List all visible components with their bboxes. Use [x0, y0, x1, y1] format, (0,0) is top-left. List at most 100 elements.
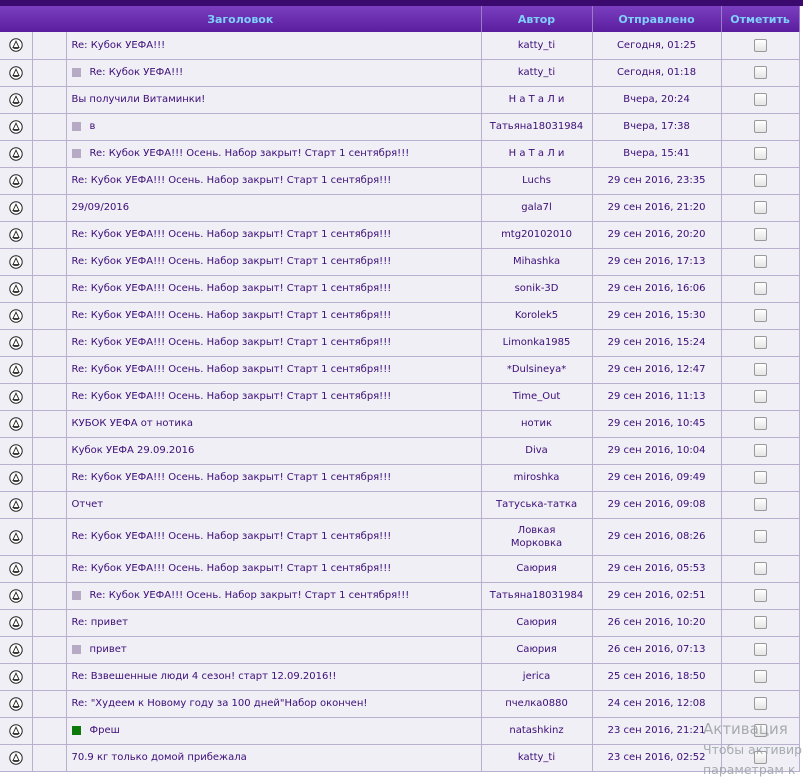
message-title-link[interactable]: Re: Кубок УЕФА!!! Осень. Набор закрыт! С…: [90, 590, 410, 601]
message-title-link[interactable]: КУБОК УЕФА от нотика: [72, 418, 194, 429]
select-checkbox[interactable]: [753, 444, 767, 457]
row-select-cell: [721, 555, 800, 583]
message-title-link[interactable]: Re: Кубок УЕФА!!!: [90, 67, 184, 78]
message-title-link[interactable]: Re: Взвешенные люди 4 сезон! старт 12.09…: [72, 671, 337, 682]
author-link[interactable]: Н а Т а Л и: [509, 94, 565, 105]
author-link[interactable]: natashkinz: [509, 725, 563, 736]
select-checkbox[interactable]: [753, 147, 767, 160]
select-checkbox[interactable]: [753, 670, 767, 683]
author-link[interactable]: *Dulsineya*: [507, 364, 566, 375]
select-checkbox[interactable]: [753, 562, 767, 575]
select-checkbox[interactable]: [753, 38, 767, 52]
author-link[interactable]: Татьяна18031984: [490, 121, 584, 132]
message-title-link[interactable]: в: [90, 121, 96, 132]
select-checkbox[interactable]: [753, 616, 767, 629]
message-title-link[interactable]: Re: Кубок УЕФА!!! Осень. Набор закрыт! С…: [72, 310, 392, 321]
message-topic-icon: [9, 92, 23, 107]
message-title-link[interactable]: Отчет: [72, 499, 104, 510]
col-mark-header[interactable]: Отметить: [721, 6, 800, 32]
author-link[interactable]: katty_ti: [518, 752, 555, 763]
select-checkbox[interactable]: [753, 282, 767, 295]
new-marker-icon: [71, 725, 81, 735]
author-link[interactable]: katty_ti: [518, 40, 555, 51]
col-sent-header[interactable]: Отправлено: [592, 6, 722, 32]
author-link[interactable]: Татуська-татка: [496, 499, 577, 510]
select-checkbox[interactable]: [753, 336, 767, 349]
message-title-link[interactable]: Re: Кубок УЕФА!!! Осень. Набор закрыт! С…: [72, 531, 392, 542]
author-link[interactable]: нотик: [521, 418, 552, 429]
author-link[interactable]: miroshka: [514, 472, 560, 483]
author-link[interactable]: Саюрия: [516, 563, 556, 574]
message-title-link[interactable]: 29/09/2016: [72, 202, 130, 213]
select-checkbox[interactable]: [753, 363, 767, 376]
message-title-link[interactable]: Re: Кубок УЕФА!!! Осень. Набор закрыт! С…: [72, 364, 392, 375]
message-title-link[interactable]: Re: Кубок УЕФА!!!: [72, 40, 166, 51]
table-row: Re: Взвешенные люди 4 сезон! старт 12.09…: [0, 663, 800, 691]
select-checkbox[interactable]: [753, 255, 767, 268]
message-title-link[interactable]: Re: "Худеем к Новому году за 100 дней"На…: [72, 698, 368, 709]
author-link[interactable]: Mihashka: [513, 256, 560, 267]
author-link[interactable]: gala7l: [521, 202, 552, 213]
author-link[interactable]: jerica: [523, 671, 550, 682]
author-link[interactable]: katty_ti: [518, 67, 555, 78]
author-link[interactable]: Саюрия: [516, 617, 556, 628]
select-checkbox[interactable]: [753, 120, 767, 133]
select-checkbox[interactable]: [753, 201, 767, 214]
row-select-cell: [721, 690, 800, 718]
author-link[interactable]: пчелка0880: [505, 698, 568, 709]
select-checkbox[interactable]: [753, 417, 767, 430]
message-title-link[interactable]: Re: привет: [72, 617, 128, 628]
author-link[interactable]: sonik-3D: [515, 283, 559, 294]
author-link[interactable]: Limonka1985: [503, 337, 571, 348]
select-checkbox[interactable]: [753, 498, 767, 511]
row-title-cell: Вы получили Витаминки!: [66, 86, 482, 114]
select-checkbox[interactable]: [753, 228, 767, 241]
message-topic-icon: [9, 561, 23, 576]
select-checkbox[interactable]: [753, 309, 767, 322]
message-title-link[interactable]: Re: Кубок УЕФА!!! Осень. Набор закрыт! С…: [72, 256, 392, 267]
author-link[interactable]: Time_Out: [513, 391, 561, 402]
author-link[interactable]: Korolek5: [515, 310, 558, 321]
message-title-link[interactable]: Вы получили Витаминки!: [72, 94, 206, 105]
row-topic-cell: [0, 140, 33, 168]
message-title-link[interactable]: Re: Кубок УЕФА!!! Осень. Набор закрыт! С…: [72, 337, 392, 348]
message-title-link[interactable]: Re: Кубок УЕФА!!! Осень. Набор закрыт! С…: [72, 229, 392, 240]
message-title-link[interactable]: 70.9 кг только домой прибежала: [72, 752, 247, 763]
select-checkbox[interactable]: [753, 174, 767, 187]
author-link[interactable]: Н а Т а Л и: [509, 148, 565, 159]
select-checkbox[interactable]: [753, 643, 767, 656]
select-checkbox[interactable]: [753, 589, 767, 602]
row-topic-cell: [0, 86, 33, 114]
row-author-cell: нотик: [481, 410, 593, 438]
row-author-cell: Татьяна18031984: [481, 582, 593, 610]
row-topic-cell: [0, 356, 33, 384]
message-title-link[interactable]: Кубок УЕФА 29.09.2016: [72, 445, 195, 456]
select-checkbox[interactable]: [753, 93, 767, 106]
select-checkbox[interactable]: [753, 471, 767, 484]
row-status-cell: [32, 609, 67, 637]
row-status-cell: [32, 356, 67, 384]
table-row: Re: привет Саюрия 26 сен 2016, 10:20: [0, 609, 800, 637]
message-title-link[interactable]: Re: Кубок УЕФА!!! Осень. Набор закрыт! С…: [72, 563, 392, 574]
message-title-link[interactable]: Re: Кубок УЕФА!!! Осень. Набор закрыт! С…: [90, 148, 410, 159]
select-checkbox[interactable]: [753, 390, 767, 403]
col-author-header[interactable]: Автор: [481, 6, 593, 32]
author-link[interactable]: Ловкая Морковка: [502, 524, 572, 550]
select-checkbox[interactable]: [753, 530, 767, 543]
author-link[interactable]: Diva: [525, 445, 548, 456]
author-link[interactable]: Татьяна18031984: [490, 590, 584, 601]
select-checkbox[interactable]: [753, 66, 767, 79]
col-title-header[interactable]: Заголовок: [0, 6, 482, 32]
row-select-cell: [721, 275, 800, 303]
author-link[interactable]: mtg20102010: [501, 229, 572, 240]
author-link[interactable]: Саюрия: [516, 644, 556, 655]
message-title-link[interactable]: Re: Кубок УЕФА!!! Осень. Набор закрыт! С…: [72, 391, 392, 402]
author-link[interactable]: Luchs: [522, 175, 551, 186]
message-title-link[interactable]: привет: [90, 644, 127, 655]
message-title-link[interactable]: Re: Кубок УЕФА!!! Осень. Набор закрыт! С…: [72, 283, 392, 294]
message-title-link[interactable]: Фреш: [90, 725, 120, 736]
message-title-link[interactable]: Re: Кубок УЕФА!!! Осень. Набор закрыт! С…: [72, 175, 392, 186]
message-title-link[interactable]: Re: Кубок УЕФА!!! Осень. Набор закрыт! С…: [72, 472, 392, 483]
row-date-cell: Вчера, 20:24: [592, 86, 722, 114]
select-checkbox[interactable]: [753, 697, 767, 710]
